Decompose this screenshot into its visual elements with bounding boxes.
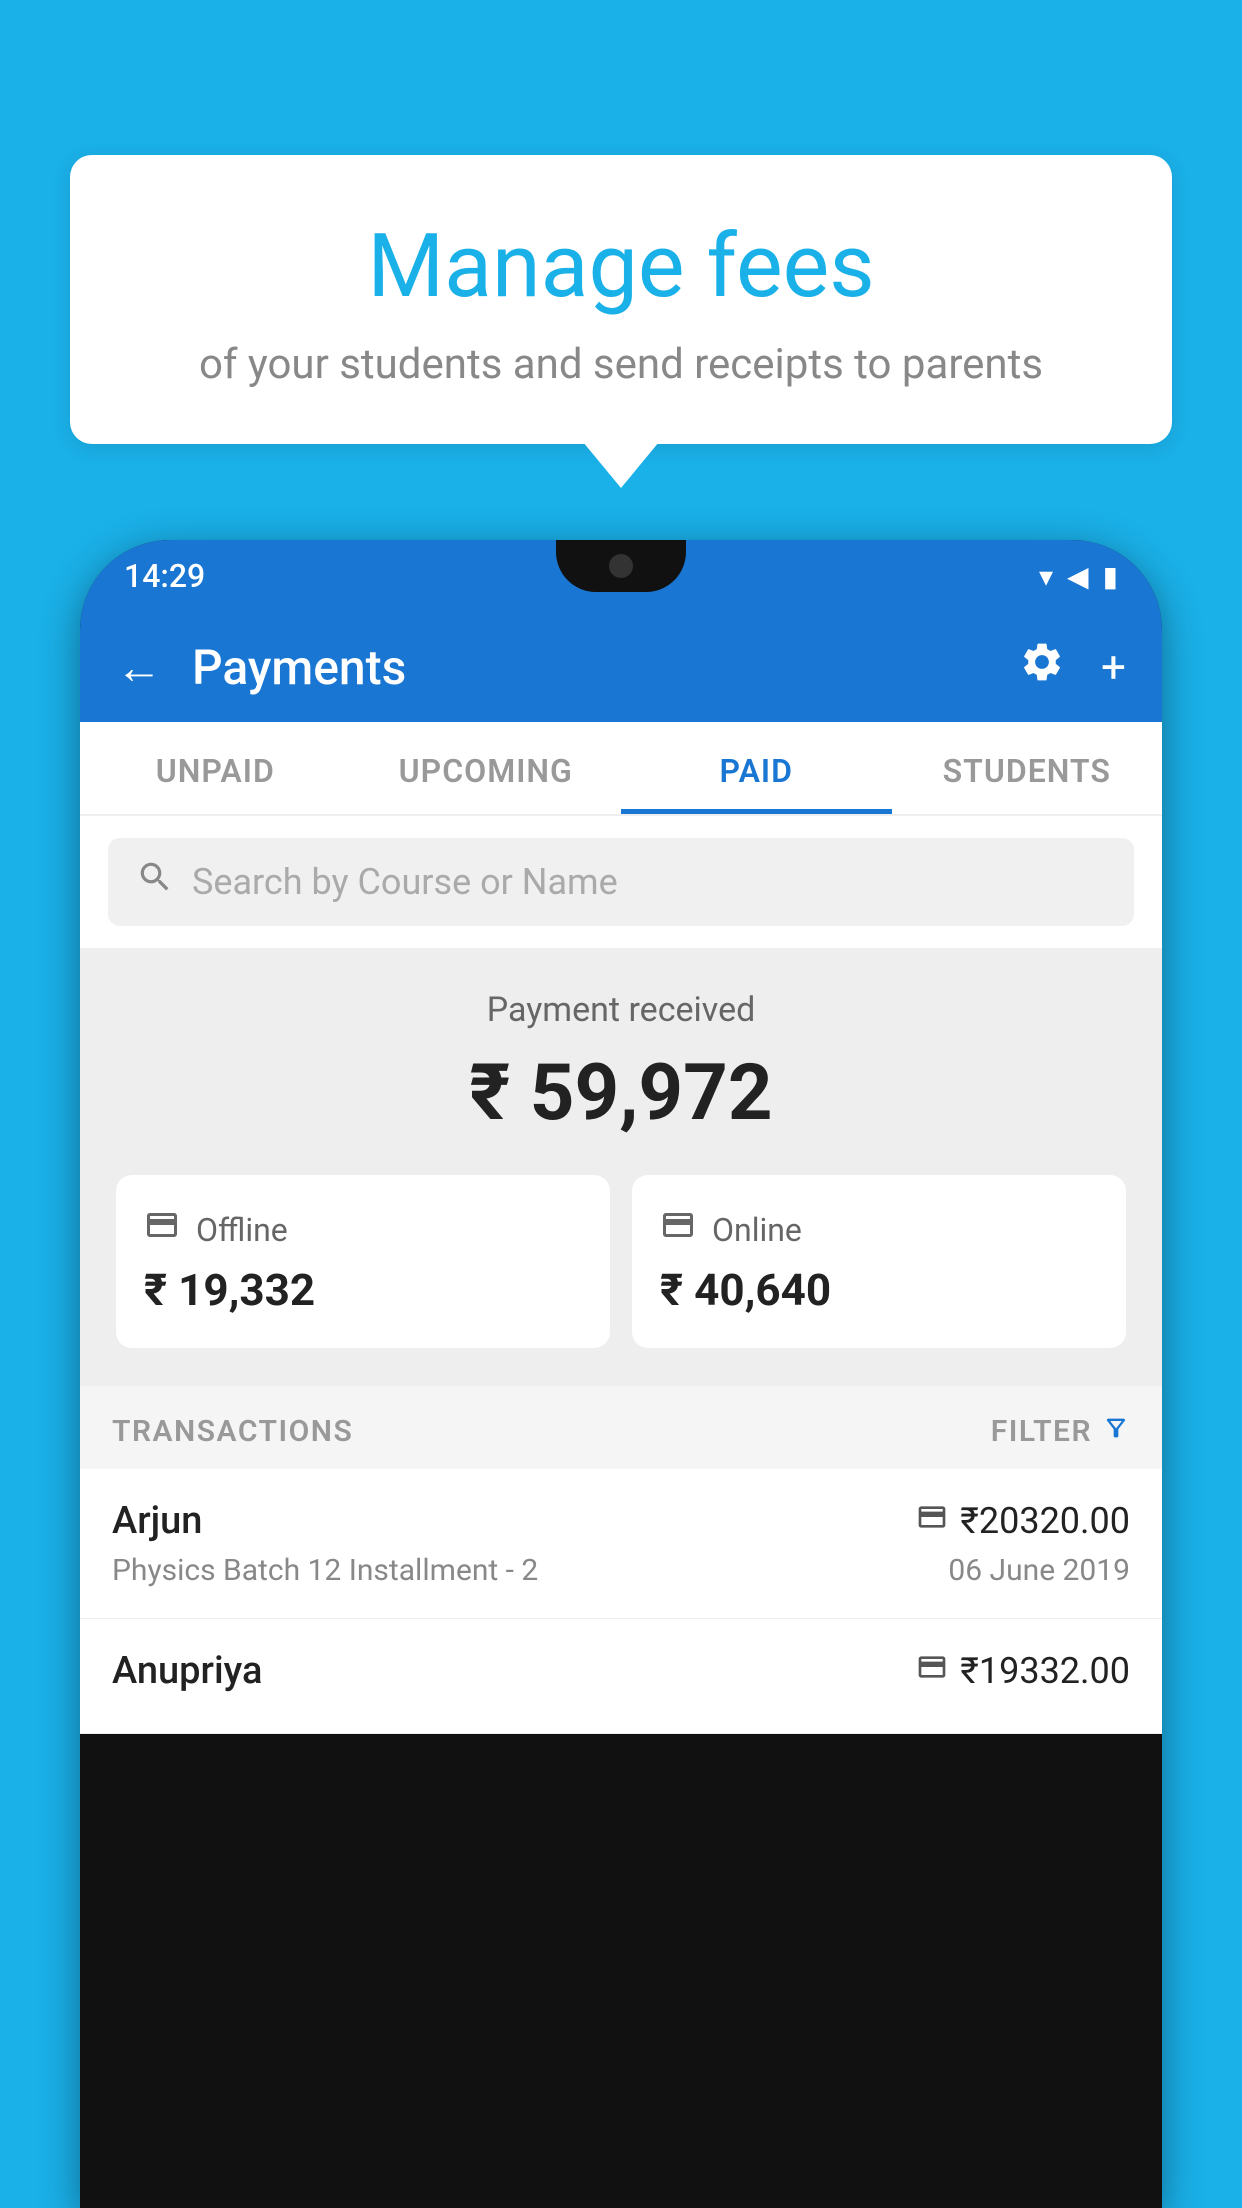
bubble-subtitle: of your students and send receipts to pa…: [120, 340, 1122, 389]
bubble-title: Manage fees: [120, 215, 1122, 318]
offline-icon: [144, 1207, 180, 1252]
front-camera: [609, 554, 633, 578]
transaction-name: Anupriya: [112, 1649, 262, 1693]
online-icon: [660, 1207, 696, 1252]
search-placeholder: Search by Course or Name: [192, 861, 618, 903]
online-payment-card: Online ₹ 40,640: [632, 1175, 1126, 1348]
transaction-amount-value: ₹19332.00: [960, 1650, 1130, 1692]
payment-summary: Payment received ₹ 59,972 Offline ₹ 19,3…: [80, 948, 1162, 1386]
signal-icon: ◀: [1067, 560, 1089, 593]
transaction-course: Physics Batch 12 Installment - 2: [112, 1553, 538, 1588]
wifi-icon: ▾: [1039, 560, 1053, 593]
transaction-row-anupriya[interactable]: Anupriya ₹19332.00: [80, 1619, 1162, 1734]
app-bar: ← Payments +: [80, 612, 1162, 722]
tab-upcoming[interactable]: UPCOMING: [351, 722, 622, 814]
online-card-header: Online: [660, 1207, 802, 1252]
search-bar[interactable]: Search by Course or Name: [108, 838, 1134, 926]
app-bar-icons: +: [1019, 639, 1126, 696]
tab-paid[interactable]: PAID: [621, 722, 892, 814]
speech-bubble: Manage fees of your students and send re…: [70, 155, 1172, 444]
notch: [556, 540, 686, 592]
transactions-header: TRANSACTIONS FILTER: [80, 1386, 1162, 1469]
transactions-label: TRANSACTIONS: [112, 1414, 353, 1449]
phone-frame: 14:29 ▾ ◀ ▮ ← Payments + UNPAID UPCOMING…: [80, 540, 1162, 2208]
battery-icon: ▮: [1103, 560, 1118, 593]
payment-type-icon: [916, 1651, 948, 1691]
filter-label: FILTER: [991, 1414, 1092, 1449]
transaction-amount: ₹19332.00: [916, 1650, 1130, 1692]
app-bar-title: Payments: [192, 639, 989, 696]
add-button[interactable]: +: [1101, 641, 1126, 693]
offline-payment-card: Offline ₹ 19,332: [116, 1175, 610, 1348]
back-button[interactable]: ←: [116, 640, 162, 695]
settings-button[interactable]: [1019, 639, 1065, 696]
transaction-row-arjun[interactable]: Arjun ₹20320.00 Physics Batch 12 Install…: [80, 1469, 1162, 1619]
transaction-amount: ₹20320.00: [916, 1500, 1130, 1542]
filter-icon: [1102, 1414, 1130, 1449]
status-bar: 14:29 ▾ ◀ ▮: [80, 540, 1162, 612]
filter-button[interactable]: FILTER: [991, 1414, 1130, 1449]
transaction-date: 06 June 2019: [948, 1553, 1130, 1588]
status-time: 14:29: [124, 557, 205, 595]
transaction-top: Arjun ₹20320.00: [112, 1499, 1130, 1543]
payment-total-amount: ₹ 59,972: [116, 1048, 1126, 1139]
search-container: Search by Course or Name: [80, 816, 1162, 948]
transaction-amount-value: ₹20320.00: [960, 1500, 1130, 1542]
offline-card-header: Offline: [144, 1207, 288, 1252]
online-label: Online: [712, 1211, 802, 1249]
payment-received-label: Payment received: [116, 990, 1126, 1030]
transaction-bottom: Physics Batch 12 Installment - 2 06 June…: [112, 1553, 1130, 1588]
payment-cards: Offline ₹ 19,332 Online ₹ 40,640: [116, 1175, 1126, 1348]
payment-type-icon: [916, 1501, 948, 1541]
tab-bar: UNPAID UPCOMING PAID STUDENTS: [80, 722, 1162, 816]
tab-students[interactable]: STUDENTS: [892, 722, 1163, 814]
offline-amount: ₹ 19,332: [144, 1264, 315, 1316]
main-content: Search by Course or Name Payment receive…: [80, 816, 1162, 1734]
transaction-name: Arjun: [112, 1499, 202, 1543]
offline-label: Offline: [196, 1211, 288, 1249]
status-icons: ▾ ◀ ▮: [1039, 560, 1118, 593]
search-icon: [136, 858, 174, 906]
tab-unpaid[interactable]: UNPAID: [80, 722, 351, 814]
online-amount: ₹ 40,640: [660, 1264, 831, 1316]
transaction-top: Anupriya ₹19332.00: [112, 1649, 1130, 1693]
